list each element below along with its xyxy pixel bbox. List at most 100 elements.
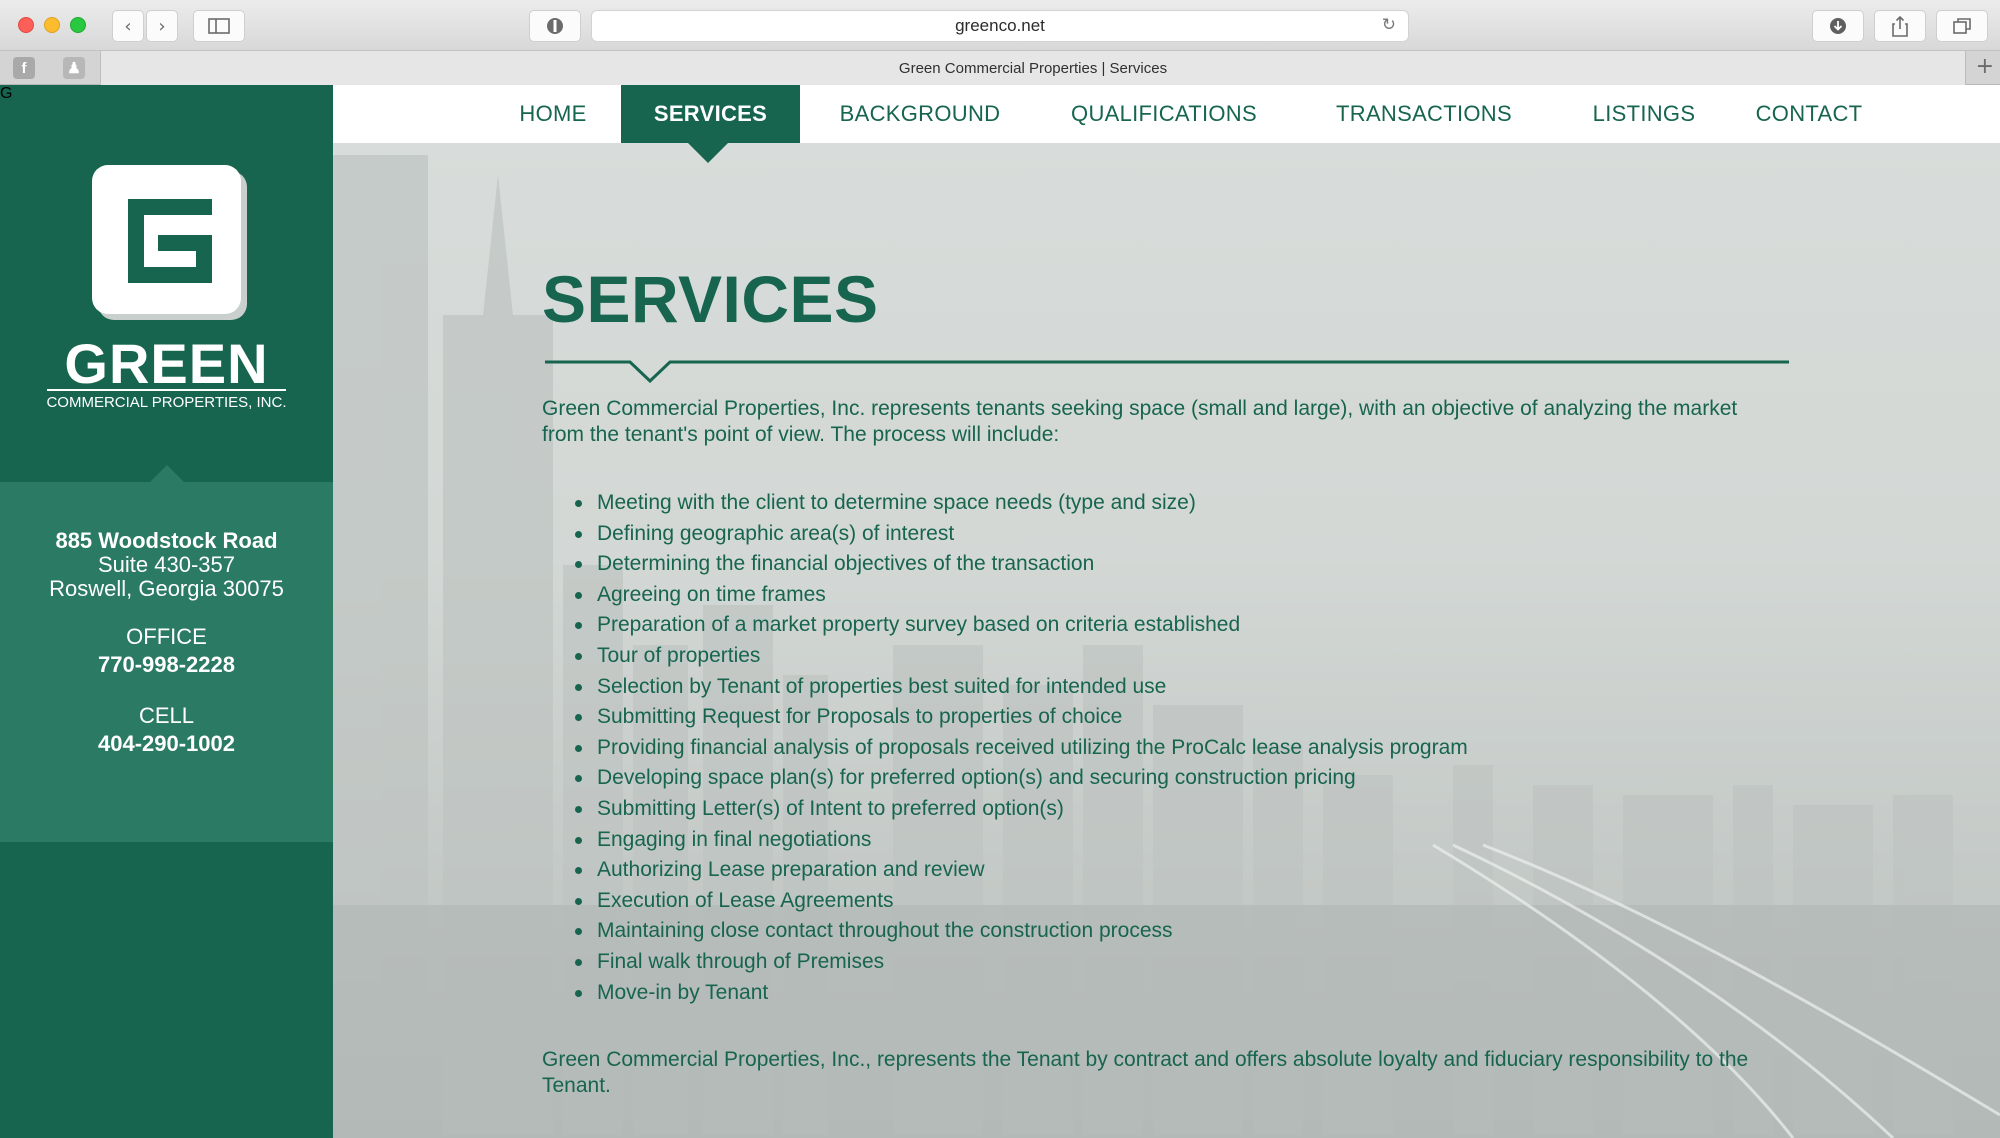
bullet-icon	[575, 958, 582, 966]
privacy-report-button[interactable]	[529, 10, 581, 42]
list-item: Engaging in final negotiations	[575, 825, 1797, 856]
list-item-text: Engaging in final negotiations	[597, 827, 872, 851]
office-label: OFFICE	[126, 624, 207, 649]
nav-qualifications[interactable]: QUALIFICATIONS	[1044, 85, 1284, 143]
list-item: Developing space plan(s) for preferred o…	[575, 763, 1797, 794]
list-item-text: Selection by Tenant of properties best s…	[597, 674, 1167, 698]
nav-background[interactable]: BACKGROUND	[816, 85, 1024, 143]
new-tab-icon[interactable]: +	[1976, 54, 1994, 79]
nav-contact[interactable]: CONTACT	[1724, 85, 1894, 143]
close-window-button[interactable]	[18, 17, 34, 33]
list-item: Meeting with the client to determine spa…	[575, 488, 1797, 519]
address-bar[interactable]: greenco.net ↻	[591, 10, 1409, 42]
sidebar: G GREEN COMMERCIAL PROPERTIES, INC. 885 …	[0, 85, 333, 1138]
closing-paragraph: Green Commercial Properties, Inc., repre…	[542, 1048, 1749, 1097]
list-item: Providing financial analysis of proposal…	[575, 733, 1797, 764]
nav-home[interactable]: HOME	[493, 85, 613, 143]
logo-letter: G	[0, 85, 13, 102]
list-item: Determining the financial objectives of …	[575, 549, 1797, 580]
url-text: greenco.net	[955, 16, 1045, 35]
bullet-icon	[575, 652, 582, 660]
list-item-text: Developing space plan(s) for preferred o…	[597, 766, 1356, 790]
chevron-left-icon: ‹	[124, 15, 132, 37]
list-item: Authorizing Lease preparation and review	[575, 855, 1797, 886]
shield-icon	[547, 18, 563, 34]
list-item-text: Meeting with the client to determine spa…	[597, 491, 1196, 514]
logo-divider	[47, 389, 286, 391]
list-item: Maintaining close contact throughout the…	[575, 916, 1797, 947]
list-item: Tour of properties	[575, 641, 1797, 672]
list-item-text: Tour of properties	[597, 643, 761, 667]
logo-subtitle: COMMERCIAL PROPERTIES, INC.	[46, 394, 287, 411]
bullet-icon	[575, 591, 582, 599]
downloads-button[interactable]	[1812, 10, 1864, 42]
cell-phone-link[interactable]: 404-290-1002	[0, 731, 333, 757]
zoom-window-button[interactable]	[70, 17, 86, 33]
tab-bar: f ♟ Green Commercial Properties | Servic…	[0, 51, 2000, 85]
green-g-logo[interactable]	[92, 165, 247, 320]
list-item: Submitting Request for Proposals to prop…	[575, 702, 1797, 733]
list-item-text: Move-in by Tenant	[597, 980, 769, 1004]
list-item: Submitting Letter(s) of Intent to prefer…	[575, 794, 1797, 825]
bullet-icon	[575, 530, 582, 538]
services-list: Meeting with the client to determine spa…	[575, 488, 1797, 1009]
web-page: G GREEN COMMERCIAL PROPERTIES, INC. 885 …	[0, 85, 2000, 1138]
contact-notch	[150, 465, 184, 482]
bullet-icon	[575, 897, 582, 905]
bullet-icon	[575, 683, 582, 691]
list-item-text: Maintaining close contact throughout the…	[597, 919, 1173, 943]
list-item-text: Authorizing Lease preparation and review	[597, 858, 985, 882]
list-item-text: Preparation of a market property survey …	[597, 613, 1241, 637]
main-content: HOME SERVICES BACKGROUND QUALIFICATIONS …	[333, 85, 2000, 1138]
bookmark-favicon-icon[interactable]: ♟	[63, 57, 85, 79]
title-divider	[545, 360, 1789, 384]
top-navigation: HOME SERVICES BACKGROUND QUALIFICATIONS …	[333, 85, 2000, 143]
back-button[interactable]: ‹	[112, 10, 144, 42]
tabs-icon	[1953, 18, 1971, 34]
list-item-text: Determining the financial objectives of …	[597, 552, 1095, 576]
list-item: Move-in by Tenant	[575, 978, 1797, 1009]
list-item: Final walk through of Premises	[575, 947, 1797, 978]
share-button[interactable]	[1874, 10, 1926, 42]
reload-icon[interactable]: ↻	[1382, 15, 1396, 35]
list-item: Execution of Lease Agreements	[575, 886, 1797, 917]
tab-title-text: Green Commercial Properties | Services	[898, 59, 1168, 77]
address-street: 885 Woodstock Road	[55, 528, 278, 553]
nav-transactions[interactable]: TRANSACTIONS	[1304, 85, 1544, 143]
list-item: Agreeing on time frames	[575, 580, 1797, 611]
bullet-icon	[575, 805, 582, 813]
bullet-icon	[575, 836, 582, 844]
list-item: Defining geographic area(s) of interest	[575, 519, 1797, 550]
list-item-text: Submitting Letter(s) of Intent to prefer…	[597, 796, 1064, 820]
intro-paragraph: Green Commercial Properties, Inc. repres…	[542, 397, 1738, 446]
list-item-text: Execution of Lease Agreements	[597, 888, 894, 912]
browser-toolbar: ‹ › greenco.net ↻	[0, 0, 2000, 51]
active-nav-indicator	[688, 143, 728, 163]
list-item: Selection by Tenant of properties best s…	[575, 672, 1797, 703]
sidebar-toggle-button[interactable]	[193, 10, 245, 42]
bullet-icon	[575, 989, 582, 997]
list-item-text: Final walk through of Premises	[597, 949, 885, 973]
logo-wordmark: GREEN	[64, 332, 269, 395]
tab-active[interactable]: Green Commercial Properties | Services	[100, 51, 1966, 85]
tab-overview-button[interactable]	[1936, 10, 1988, 42]
nav-listings[interactable]: LISTINGS	[1564, 85, 1724, 143]
minimize-window-button[interactable]	[44, 17, 60, 33]
list-item-text: Agreeing on time frames	[597, 582, 826, 606]
address-city: Roswell, Georgia 30075	[49, 576, 284, 601]
share-icon	[1892, 15, 1908, 37]
list-item-text: Submitting Request for Proposals to prop…	[597, 705, 1123, 729]
bullet-icon	[575, 744, 582, 752]
page-title: SERVICES	[542, 262, 879, 336]
address-suite: Suite 430-357	[98, 552, 235, 577]
nav-services[interactable]: SERVICES	[621, 85, 800, 143]
facebook-icon[interactable]: f	[13, 57, 35, 79]
bullet-icon	[575, 500, 582, 507]
cell-label: CELL	[138, 703, 195, 728]
list-item-text: Providing financial analysis of proposal…	[597, 735, 1468, 759]
office-phone-link[interactable]: 770-998-2228	[0, 652, 333, 678]
contact-panel: 885 Woodstock Road Suite 430-357 Roswell…	[0, 482, 333, 842]
forward-button[interactable]: ›	[146, 10, 178, 42]
list-item-text: Defining geographic area(s) of interest	[597, 521, 955, 545]
download-icon	[1830, 18, 1846, 34]
